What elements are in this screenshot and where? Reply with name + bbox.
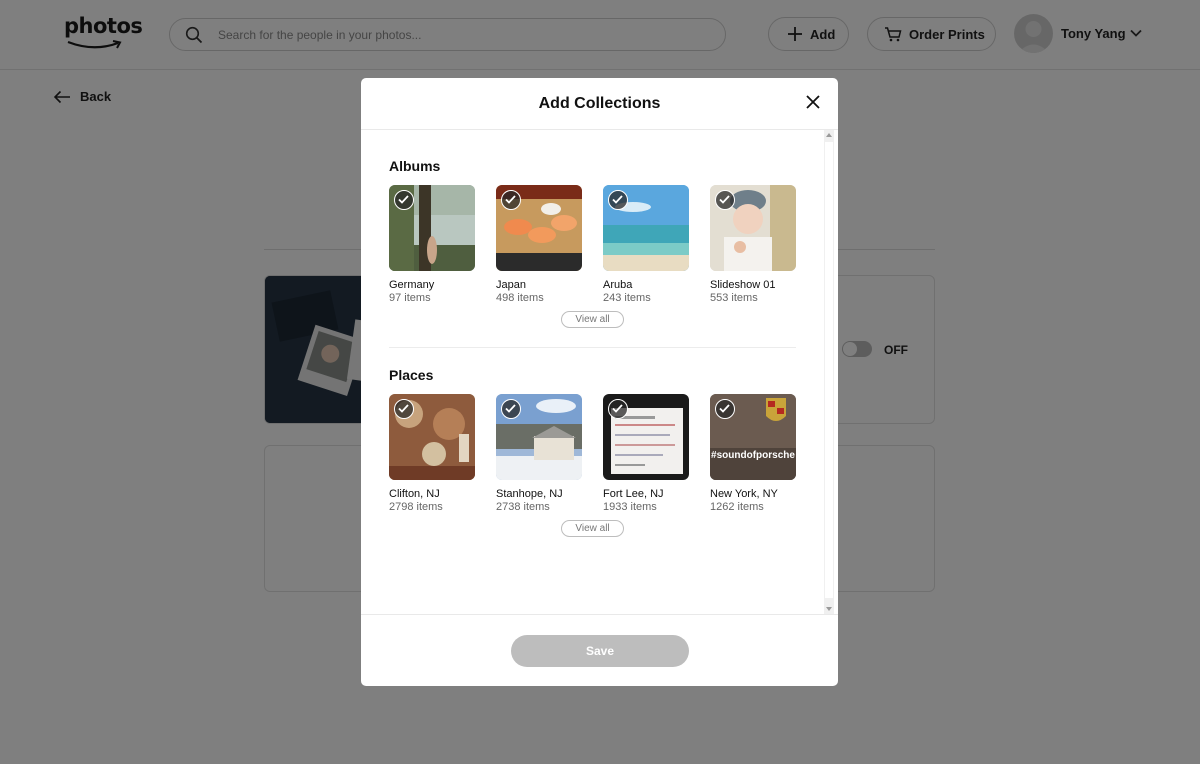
albums-section-title: Albums	[389, 158, 441, 174]
album-name: Japan	[496, 279, 526, 291]
albums-grid: Germany 97 items Japan 498 items Aruba 2…	[389, 185, 799, 305]
album-count: 97 items	[389, 292, 431, 304]
place-tile-fort-lee[interactable]: Fort Lee, NJ 1933 items	[603, 394, 689, 514]
check-icon[interactable]	[501, 399, 521, 419]
scroll-up-arrow-icon[interactable]	[826, 133, 832, 137]
hashtag-overlay: #soundofporsche	[711, 450, 795, 461]
place-thumbnail[interactable]	[603, 394, 689, 480]
place-name: Clifton, NJ	[389, 488, 440, 500]
dialog-footer: Save	[361, 614, 838, 686]
album-thumbnail[interactable]	[603, 185, 689, 271]
check-icon[interactable]	[715, 399, 735, 419]
places-section-title: Places	[389, 367, 434, 383]
album-name: Aruba	[603, 279, 633, 291]
check-icon[interactable]	[715, 190, 735, 210]
album-thumbnail[interactable]	[496, 185, 582, 271]
albums-view-all-button[interactable]: View all	[561, 311, 624, 328]
dialog-title: Add Collections	[538, 95, 661, 112]
close-icon[interactable]	[805, 94, 821, 110]
check-icon[interactable]	[608, 190, 628, 210]
check-icon[interactable]	[394, 190, 414, 210]
save-button[interactable]: Save	[511, 635, 689, 667]
check-icon[interactable]	[394, 399, 414, 419]
album-tile-japan[interactable]: Japan 498 items	[496, 185, 582, 305]
places-grid: Clifton, NJ 2798 items Stanhope, NJ 2738…	[389, 394, 799, 514]
album-tile-aruba[interactable]: Aruba 243 items	[603, 185, 689, 305]
album-count: 498 items	[496, 292, 544, 304]
place-name: Fort Lee, NJ	[603, 488, 664, 500]
place-count: 2738 items	[496, 501, 550, 513]
scrollbar[interactable]	[824, 130, 834, 614]
album-name: Germany	[389, 279, 435, 291]
place-tile-new-york[interactable]: #soundofporsche New York, NY 1262 items	[710, 394, 796, 514]
place-count: 1262 items	[710, 501, 764, 513]
place-count: 1933 items	[603, 501, 657, 513]
check-icon[interactable]	[608, 399, 628, 419]
places-view-all-button[interactable]: View all	[561, 520, 624, 537]
album-thumbnail[interactable]	[710, 185, 796, 271]
place-thumbnail[interactable]	[389, 394, 475, 480]
album-count: 243 items	[603, 292, 651, 304]
place-thumbnail[interactable]: #soundofporsche	[710, 394, 796, 480]
scrollbar-thumb[interactable]	[825, 142, 833, 598]
album-name: Slideshow 01	[710, 279, 776, 291]
place-tile-clifton[interactable]: Clifton, NJ 2798 items	[389, 394, 475, 514]
album-thumbnail[interactable]	[389, 185, 475, 271]
place-count: 2798 items	[389, 501, 443, 513]
place-name: Stanhope, NJ	[496, 488, 563, 500]
place-tile-stanhope[interactable]: Stanhope, NJ 2738 items	[496, 394, 582, 514]
album-tile-slideshow-01[interactable]: Slideshow 01 553 items	[710, 185, 796, 305]
dialog-body[interactable]: Albums Germany 97 items Japan 498 items …	[361, 130, 838, 614]
add-collections-dialog: Add Collections Albums Germany 97 items …	[361, 78, 838, 686]
place-thumbnail[interactable]	[496, 394, 582, 480]
album-tile-germany[interactable]: Germany 97 items	[389, 185, 475, 305]
scroll-down-arrow-icon[interactable]	[826, 607, 832, 611]
album-count: 553 items	[710, 292, 758, 304]
section-divider	[389, 347, 796, 348]
place-name: New York, NY	[710, 488, 778, 500]
dialog-header: Add Collections	[361, 78, 838, 130]
check-icon[interactable]	[501, 190, 521, 210]
